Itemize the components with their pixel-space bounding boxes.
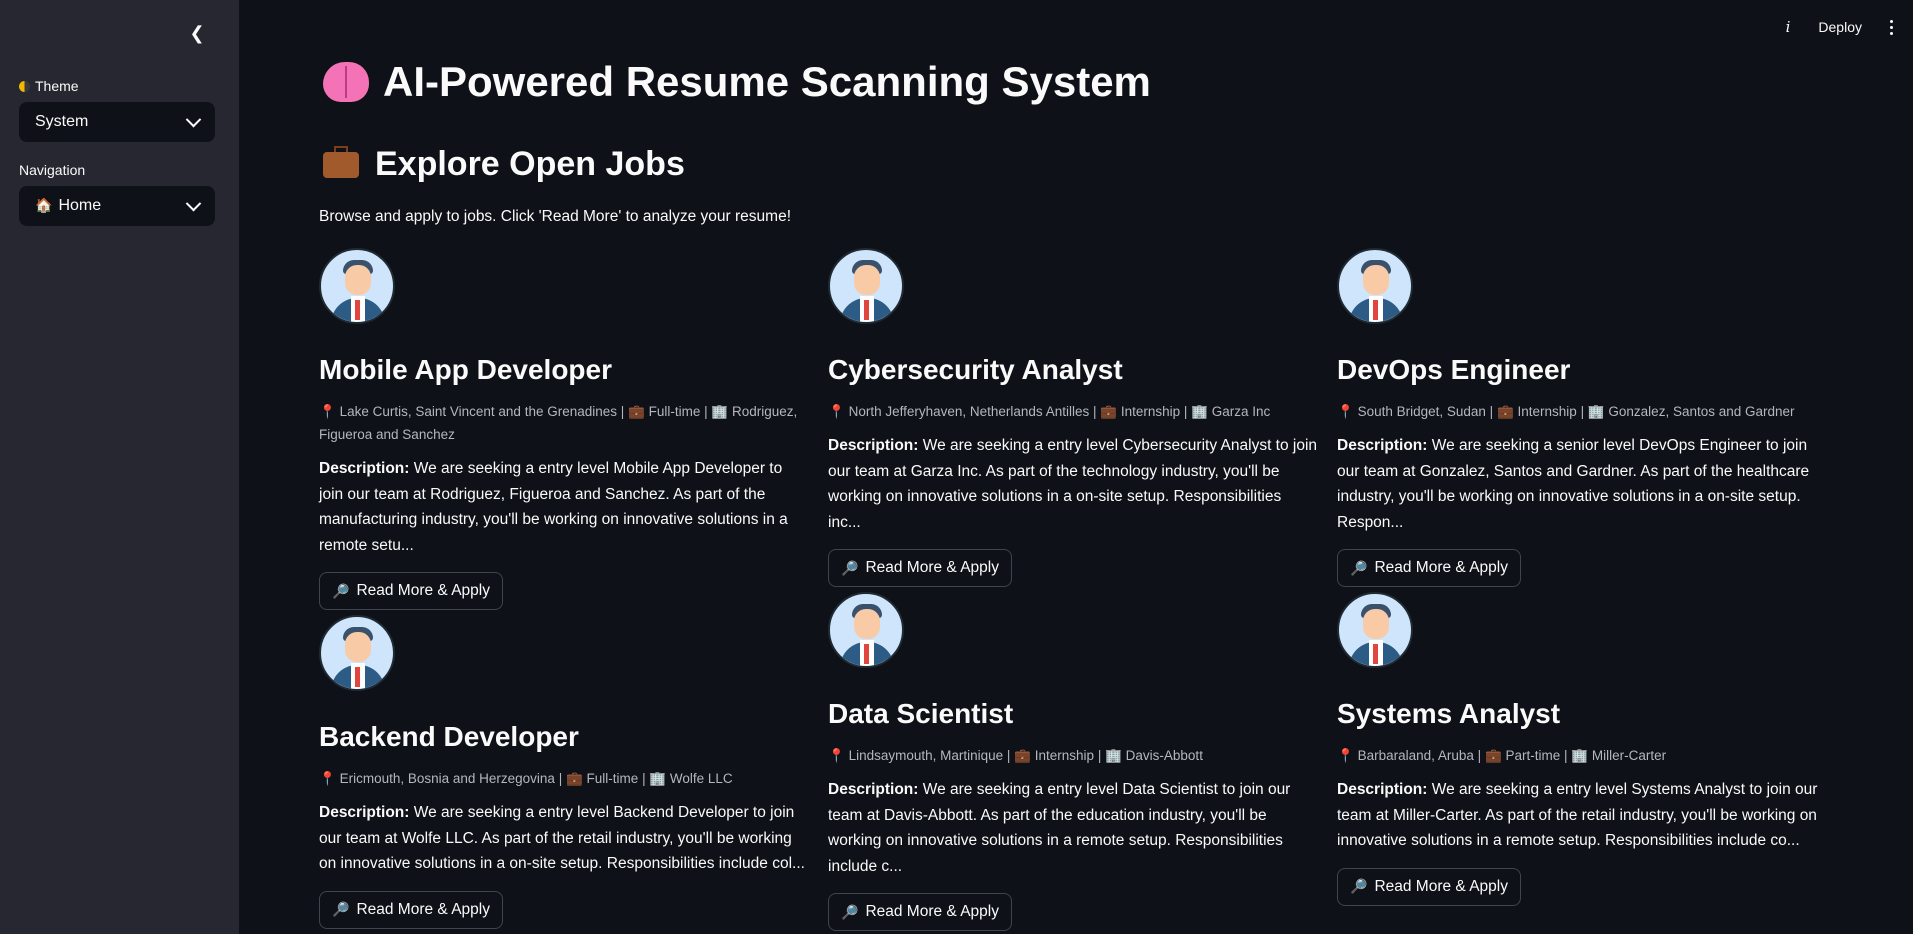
job-meta: 📍 South Bridget, Sudan | 💼 Internship | … [1337, 404, 1795, 419]
sidebar: ❮ Theme System Navigation 🏠 Home [0, 0, 239, 934]
top-toolbar: i Deploy [1786, 18, 1893, 36]
job-meta: 📍 North Jefferyhaven, Netherlands Antill… [828, 404, 1271, 419]
job-description: Description: We are seeking a entry leve… [828, 781, 1291, 875]
job-title: Backend Developer [319, 721, 579, 752]
more-menu-icon[interactable] [1890, 19, 1893, 35]
job-title: DevOps Engineer [1337, 354, 1571, 385]
brain-icon [323, 62, 369, 102]
magnifier-icon: 🔎 [1350, 878, 1368, 894]
office-icon: 🏢 [649, 771, 667, 786]
job-meta: 📍 Barbaraland, Aruba | 💼 Part-time | 🏢 M… [1337, 748, 1667, 763]
job-meta: 📍 Lake Curtis, Saint Vincent and the Gre… [319, 404, 798, 442]
avatar [1337, 592, 1413, 668]
office-icon: 🏢 [1191, 404, 1208, 419]
job-description: Description: We are seeking a entry leve… [828, 437, 1318, 531]
job-card: Data Scientist 📍 Lindsaymouth, Martiniqu… [828, 592, 1318, 931]
navigation-select[interactable]: 🏠 Home [19, 186, 215, 226]
magnifier-icon: 🔎 [841, 903, 859, 920]
avatar [319, 248, 395, 324]
navigation-select-value: 🏠 Home [35, 197, 102, 214]
page-title: AI-Powered Resume Scanning System [323, 58, 1151, 106]
read-more-apply-button[interactable]: 🔎 Read More & Apply [1337, 549, 1521, 587]
job-description: Description: We are seeking a entry leve… [319, 460, 788, 554]
job-meta: 📍 Ericmouth, Bosnia and Herzegovina | 💼 … [319, 771, 733, 786]
read-more-apply-button[interactable]: 🔎 Read More & Apply [828, 549, 1012, 587]
avatar [1337, 248, 1413, 324]
job-title: Data Scientist [828, 698, 1014, 729]
avatar [319, 615, 395, 691]
magnifier-icon: 🔎 [841, 559, 859, 576]
briefcase-icon: 💼 [628, 404, 645, 419]
intro-text: Browse and apply to jobs. Click 'Read Mo… [319, 208, 792, 225]
job-card: Backend Developer 📍 Ericmouth, Bosnia an… [319, 615, 809, 929]
theme-select[interactable]: System [19, 102, 215, 142]
chevron-left-icon[interactable]: ❮ [186, 22, 208, 44]
house-icon: 🏠 [35, 197, 53, 213]
briefcase-icon: 💼 [1100, 404, 1118, 419]
navigation-label: Navigation [19, 162, 86, 178]
job-title: Systems Analyst [1337, 698, 1561, 729]
pin-icon: 📍 [1337, 748, 1354, 763]
read-more-apply-button[interactable]: 🔎 Read More & Apply [319, 890, 503, 929]
job-meta: 📍 Lindsaymouth, Martinique | 💼 Internshi… [828, 748, 1203, 763]
briefcase-icon: 💼 [1496, 404, 1514, 419]
office-icon: 🏢 [711, 404, 729, 419]
job-description: Description: We are seeking a entry leve… [1337, 781, 1818, 849]
read-more-apply-button[interactable]: 🔎 Read More & Apply [319, 572, 503, 610]
chevron-down-icon [185, 111, 202, 127]
office-icon: 🏢 [1571, 748, 1589, 763]
chevron-down-icon [185, 195, 202, 211]
pin-icon: 📍 [319, 404, 336, 419]
deploy-button[interactable]: Deploy [1818, 19, 1862, 35]
job-card: Systems Analyst 📍 Barbaraland, Aruba | 💼… [1337, 592, 1827, 906]
read-more-apply-button[interactable]: 🔎 Read More & Apply [828, 893, 1012, 931]
pin-icon: 📍 [319, 771, 336, 786]
job-card: Mobile App Developer 📍 Lake Curtis, Sain… [319, 248, 809, 610]
pin-icon: 📍 [1337, 404, 1354, 419]
job-description: Description: We are seeking a senior lev… [1337, 437, 1810, 531]
theme-label: Theme [19, 78, 79, 94]
job-card: Cybersecurity Analyst 📍 North Jefferyhav… [828, 248, 1318, 587]
office-icon: 🏢 [1105, 748, 1122, 763]
avatar [828, 592, 904, 668]
briefcase-icon: 💼 [565, 771, 583, 786]
magnifier-icon: 🔎 [332, 901, 350, 917]
avatar [828, 248, 904, 324]
job-card: DevOps Engineer 📍 South Bridget, Sudan |… [1337, 248, 1827, 587]
job-title: Cybersecurity Analyst [828, 354, 1123, 385]
job-title: Mobile App Developer [319, 354, 613, 385]
magnifier-icon: 🔎 [332, 582, 350, 599]
briefcase-icon [323, 145, 359, 178]
section-title: Explore Open Jobs [323, 145, 685, 184]
theme-select-value: System [35, 113, 89, 130]
briefcase-icon: 💼 [1014, 748, 1031, 763]
office-icon: 🏢 [1587, 404, 1605, 419]
job-description: Description: We are seeking a entry leve… [319, 804, 805, 872]
read-more-apply-button[interactable]: 🔎 Read More & Apply [1337, 867, 1521, 906]
half-moon-icon [19, 81, 30, 92]
info-icon[interactable]: i [1786, 18, 1791, 36]
briefcase-icon: 💼 [1484, 748, 1502, 763]
pin-icon: 📍 [828, 748, 845, 763]
magnifier-icon: 🔎 [1350, 559, 1368, 576]
pin-icon: 📍 [828, 404, 845, 419]
